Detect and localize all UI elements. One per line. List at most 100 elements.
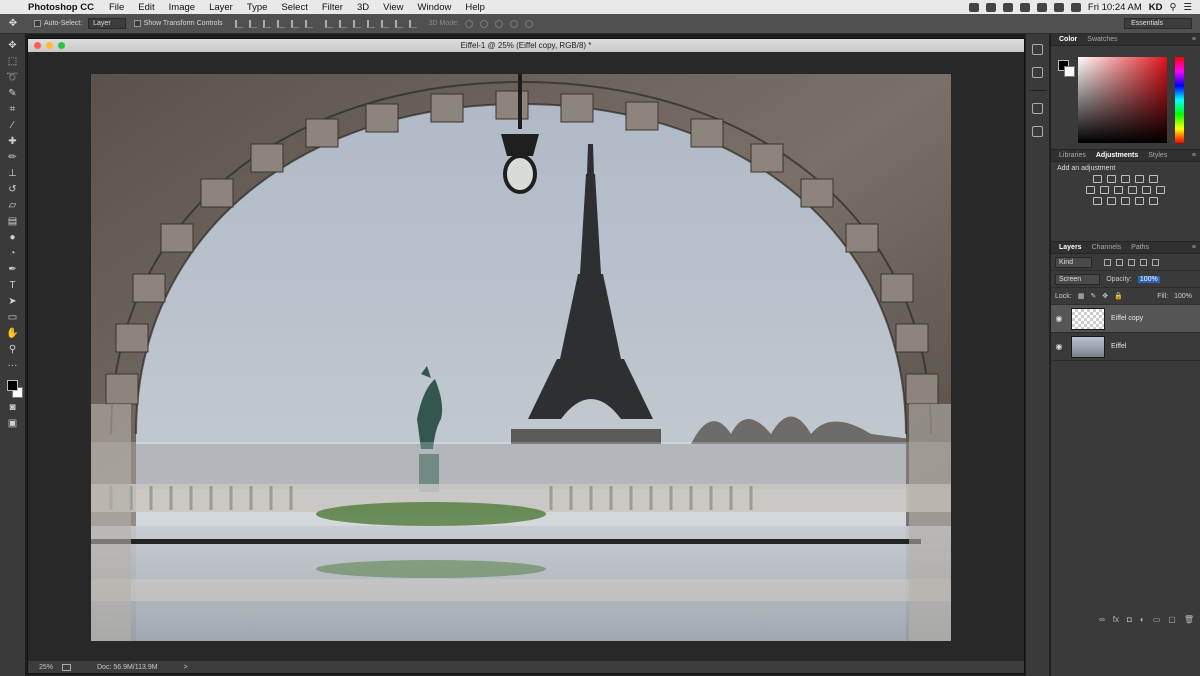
new-group-icon[interactable]: ▭ [1153, 615, 1161, 624]
distribute-right-icon[interactable] [394, 19, 403, 28]
status-menu-arrow[interactable]: > [184, 664, 188, 671]
pen-tool-icon[interactable]: ✒ [6, 264, 20, 276]
filter-pixel-icon[interactable] [1104, 258, 1112, 266]
distribute-bottom-icon[interactable] [352, 19, 361, 28]
distribute-left-icon[interactable] [366, 19, 375, 28]
align-hcenter-icon[interactable] [290, 19, 299, 28]
3d-roll-icon[interactable] [480, 19, 488, 28]
blend-mode-dropdown[interactable]: Screen [1055, 273, 1101, 285]
filter-smart-object-icon[interactable] [1152, 258, 1160, 266]
tab-layers[interactable]: Layers [1054, 244, 1087, 251]
lock-position-icon[interactable]: ✥ [1102, 292, 1108, 300]
black-white-icon[interactable] [1114, 186, 1123, 194]
visibility-eye-icon[interactable]: ◉ [1051, 314, 1067, 323]
layer-filter-kind-dropdown[interactable]: Kind [1055, 256, 1093, 268]
distribute-top-icon[interactable] [324, 19, 333, 28]
panel-menu-icon[interactable]: ≡ [1192, 36, 1196, 43]
hand-tool-icon[interactable]: ✋ [6, 328, 20, 340]
paragraph-panel-icon[interactable] [1032, 126, 1043, 137]
lasso-tool-icon[interactable]: ➰ [6, 72, 20, 84]
type-tool-icon[interactable]: T [6, 280, 20, 292]
layer-name[interactable]: Eiffel [1111, 343, 1126, 350]
foreground-color-swatch[interactable] [7, 380, 18, 391]
invert-icon[interactable] [1093, 197, 1102, 205]
screen-recorder-icon[interactable] [1002, 2, 1013, 12]
lock-transparent-icon[interactable]: ▦ [1078, 292, 1085, 300]
history-brush-tool-icon[interactable]: ↺ [6, 184, 20, 196]
path-selection-tool-icon[interactable]: ➤ [6, 296, 20, 308]
menu-help[interactable]: Help [458, 2, 492, 13]
tab-libraries[interactable]: Libraries [1054, 152, 1091, 159]
spotlight-search-icon[interactable]: ⚲ [1170, 2, 1177, 13]
align-left-icon[interactable] [276, 19, 285, 28]
color-background-swatch[interactable] [1064, 66, 1075, 77]
brush-tool-icon[interactable]: ✏ [6, 152, 20, 164]
distribute-hcenter-icon[interactable] [380, 19, 389, 28]
add-mask-icon[interactable]: ◘ [1127, 615, 1132, 624]
link-layers-icon[interactable]: ∞ [1099, 615, 1105, 624]
delete-layer-icon[interactable]: 🗑 [1184, 615, 1194, 624]
menu-window[interactable]: Window [411, 2, 459, 13]
selective-color-icon[interactable] [1135, 197, 1144, 205]
properties-panel-icon[interactable] [1032, 67, 1043, 78]
fill-input[interactable]: 100% [1174, 293, 1192, 300]
history-panel-icon[interactable] [1032, 44, 1043, 55]
layer-row-eiffel[interactable]: ◉ Eiffel [1051, 333, 1200, 361]
document-titlebar[interactable]: Eiffel-1 @ 25% (Eiffel copy, RGB/8) * [28, 39, 1024, 52]
color-picker-field[interactable] [1078, 57, 1167, 143]
filter-adjustment-icon[interactable] [1116, 258, 1124, 266]
3d-scale-icon[interactable] [525, 19, 533, 28]
auto-select-checkbox[interactable] [34, 20, 41, 27]
auto-select-target-dropdown[interactable]: Layer [88, 18, 126, 29]
menu-filter[interactable]: Filter [315, 2, 350, 13]
dropbox-icon[interactable] [985, 2, 996, 12]
3d-rotate-icon[interactable] [465, 19, 473, 28]
dodge-tool-icon[interactable]: ◔ [6, 248, 20, 260]
vibrance-icon[interactable] [1149, 175, 1158, 183]
layer-style-icon[interactable]: fx [1113, 615, 1119, 624]
tab-channels[interactable]: Channels [1087, 244, 1127, 251]
notification-center-icon[interactable]: ☰ [1183, 2, 1192, 13]
eraser-tool-icon[interactable]: ▱ [6, 200, 20, 212]
posterize-icon[interactable] [1107, 197, 1116, 205]
tab-styles[interactable]: Styles [1143, 152, 1172, 159]
levels-icon[interactable] [1107, 175, 1116, 183]
photo-filter-icon[interactable] [1128, 186, 1137, 194]
bluetooth-icon[interactable] [1036, 2, 1047, 12]
zoom-level-field[interactable]: 25% [28, 664, 62, 671]
zoom-tool-icon[interactable]: ⚲ [6, 344, 20, 356]
app-menu[interactable]: Photoshop CC [22, 2, 102, 13]
exposure-icon[interactable] [1135, 175, 1144, 183]
tab-adjustments[interactable]: Adjustments [1091, 152, 1143, 159]
tab-swatches[interactable]: Swatches [1082, 36, 1122, 43]
layer-name[interactable]: Eiffel copy [1111, 315, 1143, 322]
hue-saturation-icon[interactable] [1086, 186, 1095, 194]
creative-cloud-icon[interactable] [968, 2, 979, 12]
more-tools-icon[interactable]: ··· [6, 360, 20, 372]
color-lookup-icon[interactable] [1156, 186, 1165, 194]
lock-all-icon[interactable]: 🔒 [1114, 292, 1123, 300]
display-icon[interactable] [1019, 2, 1030, 12]
canvas-image[interactable] [91, 74, 951, 641]
gradient-tool-icon[interactable]: ▤ [6, 216, 20, 228]
menu-edit[interactable]: Edit [131, 2, 161, 13]
marquee-tool-icon[interactable]: ⬚ [6, 56, 20, 68]
battery-icon[interactable] [1070, 2, 1081, 12]
panel-menu-icon[interactable]: ≡ [1192, 244, 1196, 251]
menu-type[interactable]: Type [240, 2, 275, 13]
clone-stamp-tool-icon[interactable]: ⊥ [6, 168, 20, 180]
user-menu[interactable]: KD [1149, 2, 1163, 13]
align-top-icon[interactable] [234, 19, 243, 28]
quick-mask-icon[interactable]: ◙ [6, 402, 20, 414]
tab-color[interactable]: Color [1054, 36, 1082, 43]
filter-type-icon[interactable] [1128, 258, 1136, 266]
channel-mixer-icon[interactable] [1142, 186, 1151, 194]
move-tool-icon[interactable]: ✥ [0, 18, 26, 29]
threshold-icon[interactable] [1121, 197, 1130, 205]
align-right-icon[interactable] [304, 19, 313, 28]
menu-view[interactable]: View [376, 2, 410, 13]
screen-mode-icon[interactable]: ▣ [6, 418, 20, 430]
canvas-area[interactable] [28, 52, 1024, 661]
move-tool-icon[interactable]: ✥ [6, 40, 20, 52]
menubar-clock[interactable]: Fri 10:24 AM [1088, 2, 1142, 13]
